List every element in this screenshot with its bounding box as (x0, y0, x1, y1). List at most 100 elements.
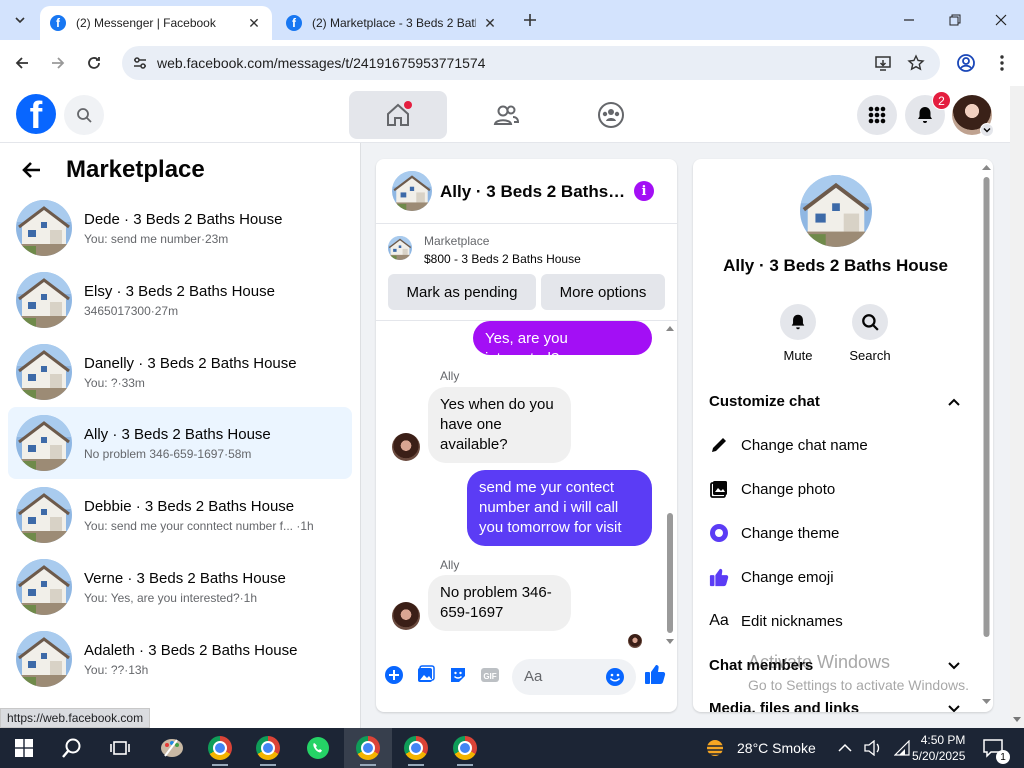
address-bar[interactable]: web.facebook.com/messages/t/241916759537… (122, 46, 940, 80)
haze-icon (705, 740, 725, 756)
page-scrollbar[interactable] (1010, 86, 1024, 728)
chrome-icon (208, 736, 232, 760)
reload-button[interactable] (81, 50, 107, 76)
facebook-logo[interactable]: f (16, 94, 56, 134)
task-view-button[interactable] (96, 728, 144, 768)
clock[interactable]: 4:50 PM 5/20/2025 (912, 728, 965, 768)
nav-friends-tab[interactable] (457, 91, 555, 139)
option-label: Change emoji (741, 568, 834, 586)
conversation-name: Elsy · 3 Beds 2 Baths House (84, 282, 275, 300)
speaker-icon[interactable] (864, 740, 882, 756)
chrome-icon (404, 736, 428, 760)
change-photo-option[interactable]: Change photo (709, 479, 835, 499)
sender-avatar[interactable] (392, 602, 420, 630)
conversation-item[interactable]: Verne · 3 Beds 2 Baths House You: Yes, ar… (8, 551, 352, 623)
mute-button[interactable]: Mute (768, 304, 828, 363)
start-button[interactable] (0, 728, 48, 768)
close-window-button[interactable] (978, 0, 1024, 40)
gif-icon[interactable]: GIF (480, 665, 500, 685)
listing-thumbnail[interactable] (388, 236, 412, 260)
more-options-button[interactable]: More options (541, 274, 665, 310)
change-emoji-option[interactable]: Change emoji (709, 567, 834, 587)
taskbar-chrome-5[interactable] (441, 728, 489, 768)
taskbar-chrome-4[interactable] (392, 728, 440, 768)
action-center-button[interactable]: 1 (982, 728, 1010, 768)
message-scrollbar[interactable] (663, 321, 677, 651)
close-tab-icon[interactable]: ✕ (246, 15, 262, 31)
menu-grid-button[interactable] (857, 95, 897, 135)
account-avatar[interactable] (952, 95, 994, 137)
message-incoming[interactable]: Yes when do you have one available? (428, 387, 571, 463)
wifi-icon[interactable] (894, 740, 910, 756)
new-tab-button[interactable] (520, 10, 540, 30)
taskbar-chrome-1[interactable] (196, 728, 244, 768)
facebook-header: f 2 (0, 86, 1010, 143)
change-chat-name-option[interactable]: Change chat name (709, 435, 868, 455)
nav-home-tab[interactable] (349, 91, 447, 139)
taskbar-chrome-2[interactable] (244, 728, 292, 768)
weather-widget[interactable]: 28°C Smoke (703, 728, 816, 768)
browser-tab-bar: f (2) Messenger | Facebook ✕ f (2) Marke… (0, 0, 1024, 40)
media-files-links-section[interactable]: Media, files and links (709, 700, 859, 712)
minimize-button[interactable] (886, 0, 932, 40)
conversation-name: Adaleth · 3 Beds 2 Baths House (84, 641, 298, 659)
message-incoming[interactable]: No problem 346-659-1697 (428, 575, 571, 631)
reload-icon (88, 57, 100, 69)
conversation-item-selected[interactable]: Ally · 3 Beds 2 Baths House No problem 34… (8, 407, 352, 479)
chat-title[interactable]: Ally · 3 Beds 2 Baths House (440, 182, 626, 202)
taskbar-search-button[interactable] (48, 728, 96, 768)
mark-as-pending-button[interactable]: Mark as pending (388, 274, 536, 310)
tab-search-button[interactable] (8, 8, 32, 32)
edit-nicknames-option[interactable]: Aa Edit nicknames (709, 611, 843, 631)
search-in-conversation-button[interactable]: Search (840, 304, 900, 363)
chevron-up-icon[interactable] (838, 743, 852, 753)
conversation-avatar[interactable] (800, 175, 872, 247)
back-arrow-icon[interactable] (20, 159, 42, 181)
browser-menu-button[interactable] (989, 50, 1015, 76)
taskbar-chrome-3[interactable] (344, 728, 392, 768)
tab-messenger[interactable]: f (2) Messenger | Facebook ✕ (40, 6, 272, 40)
tab-marketplace[interactable]: f (2) Marketplace - 3 Beds 2 Bath ✕ (276, 6, 508, 40)
conversation-item[interactable]: Elsy · 3 Beds 2 Baths House 3465017300·27… (8, 264, 352, 336)
nav-groups-tab[interactable] (562, 91, 660, 139)
listing-title[interactable]: $800 - 3 Beds 2 Baths House (424, 252, 581, 266)
sender-avatar[interactable] (392, 433, 420, 461)
conversation-preview: You: ?·33m (84, 375, 145, 390)
conversation-item[interactable]: Adaleth · 3 Beds 2 Baths House You: ??·13… (8, 623, 352, 695)
emoji-icon[interactable] (605, 667, 625, 687)
taskbar-paint-app[interactable] (148, 728, 196, 768)
back-button[interactable] (9, 50, 35, 76)
profile-button[interactable] (953, 50, 979, 76)
info-panel-scrollbar[interactable] (980, 159, 993, 712)
conversation-item[interactable]: Debbie · 3 Beds 2 Baths House You: send m… (8, 479, 352, 551)
conversation-name: Ally · 3 Beds 2 Baths House (723, 256, 948, 275)
taskbar-whatsapp[interactable] (294, 728, 342, 768)
chevron-down-icon[interactable] (947, 702, 961, 712)
info-icon[interactable]: i (634, 181, 654, 201)
notifications-button[interactable]: 2 (905, 91, 951, 135)
thumbs-up-icon[interactable] (644, 663, 666, 685)
restore-button[interactable] (932, 0, 978, 40)
chrome-icon (356, 736, 380, 760)
conversation-item[interactable]: Dede · 3 Beds 2 Baths House You: send me … (8, 192, 352, 264)
forward-button[interactable] (45, 50, 71, 76)
chevron-up-icon[interactable] (947, 395, 961, 409)
message-outgoing[interactable]: Yes, are you interested? (473, 321, 652, 367)
plus-circle-icon[interactable] (384, 665, 404, 685)
photo-icon[interactable] (416, 665, 436, 685)
customize-chat-section[interactable]: Customize chat (709, 393, 820, 410)
conversation-item[interactable]: Danelly · 3 Beds 2 Baths House You: ?·33m (8, 336, 352, 408)
message-outgoing[interactable]: send me yur contect number and i will ca… (467, 470, 652, 546)
chat-avatar[interactable] (392, 171, 432, 211)
chrome-icon (256, 736, 280, 760)
close-tab-icon[interactable]: ✕ (482, 15, 498, 31)
kebab-menu-icon (1000, 55, 1004, 71)
facebook-search-button[interactable] (64, 95, 104, 135)
sticker-icon[interactable] (448, 665, 468, 685)
search-label: Search (849, 348, 891, 363)
install-app-icon (875, 56, 891, 71)
message-sender: Ally (440, 369, 460, 383)
chevron-down-icon[interactable] (947, 659, 961, 673)
change-theme-option[interactable]: Change theme (709, 523, 839, 543)
search-icon (77, 108, 92, 123)
